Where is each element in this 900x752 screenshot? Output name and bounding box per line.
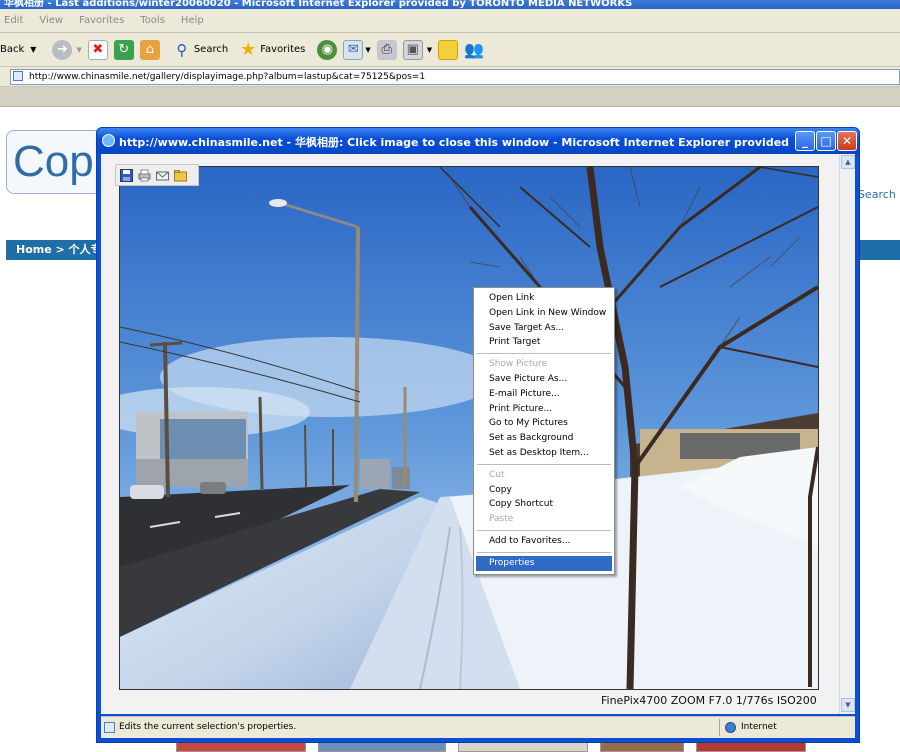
note-icon [438, 39, 459, 60]
favorites-label: Favorites [260, 44, 306, 55]
menu-separator [477, 529, 611, 531]
print-button[interactable]: ⎙ [376, 37, 397, 63]
refresh-icon: ↻ [113, 39, 134, 60]
menu-item-open-link-new-window[interactable]: Open Link in New Window [476, 306, 612, 321]
globe-icon [725, 722, 736, 733]
menu-item-copy[interactable]: Copy [476, 483, 612, 498]
back-button[interactable]: Back ▼ [0, 37, 36, 63]
status-page-icon [104, 722, 115, 733]
popup-title: http://www.chinasmile.net - 华枫相册: Click … [119, 136, 791, 149]
printer-icon[interactable] [137, 168, 152, 183]
menu-edit[interactable]: Edit [4, 15, 23, 26]
page-icon [13, 71, 23, 81]
save-icon[interactable] [119, 168, 134, 183]
gallery-thumbnail[interactable] [600, 742, 684, 752]
messenger-icon: 👥 [464, 40, 485, 59]
minimize-button[interactable]: _ [795, 131, 815, 151]
menu-bar: Edit View Favorites Tools Help [0, 9, 900, 33]
refresh-button[interactable]: ↻ [113, 37, 134, 63]
gallery-thumbnail[interactable] [176, 742, 306, 752]
forward-button[interactable]: ➜ ▼ [52, 37, 82, 63]
popup-window: http://www.chinasmile.net - 华枫相册: Click … [96, 127, 860, 743]
winter-street-photo[interactable] [120, 167, 818, 689]
context-menu: Open Link Open Link in New Window Save T… [473, 287, 615, 575]
popup-titlebar[interactable]: http://www.chinasmile.net - 华枫相册: Click … [97, 128, 859, 154]
menu-item-print-picture[interactable]: Print Picture... [476, 402, 612, 417]
discuss-button[interactable] [438, 37, 459, 63]
menu-item-print-target[interactable]: Print Target [476, 335, 612, 350]
media-button[interactable]: ◉ [317, 37, 338, 63]
star-icon: ★ [240, 39, 257, 60]
address-bar: http://www.chinasmile.net/gallery/displa… [0, 67, 900, 87]
menu-separator [477, 551, 611, 553]
status-text: Edits the current selection's properties… [119, 722, 297, 732]
exif-caption: FinePix4700 ZOOM F7.0 1/776s ISO200 [601, 694, 817, 707]
home-button[interactable]: ⌂ [139, 37, 160, 63]
scroll-up-arrow-icon[interactable]: ▲ [841, 155, 855, 169]
menu-help[interactable]: Help [181, 15, 204, 26]
menu-item-show-picture: Show Picture [489, 359, 548, 370]
image-frame [119, 166, 819, 690]
gallery-thumbnail[interactable] [458, 742, 588, 752]
menu-item-properties[interactable]: Properties [476, 555, 612, 571]
back-label: Back [0, 44, 25, 55]
messenger-button[interactable]: 👥 [464, 37, 484, 63]
printer-icon: ⎙ [376, 39, 397, 60]
forward-arrow-icon: ➜ [52, 39, 73, 60]
gallery-thumbnail[interactable] [318, 742, 446, 752]
mail-icon[interactable] [155, 168, 170, 183]
image-toolbar [115, 164, 199, 186]
standard-toolbar: Back ▼ ➜ ▼ ✖ ↻ ⌂ ⚲ Search ★ Favorites ◉ … [0, 33, 900, 67]
gallery-thumbnail[interactable] [696, 742, 806, 752]
status-divider [719, 719, 720, 736]
menu-favorites[interactable]: Favorites [79, 15, 124, 26]
links-bar [0, 87, 900, 107]
chevron-down-icon[interactable]: ▼ [365, 46, 370, 54]
search-link[interactable]: Search [858, 188, 896, 201]
stop-button[interactable]: ✖ [87, 37, 108, 63]
search-icon: ⚲ [176, 40, 188, 59]
address-input[interactable]: http://www.chinasmile.net/gallery/displa… [10, 69, 900, 85]
close-button[interactable]: ✕ [837, 131, 857, 151]
menu-item-go-to-my-pictures[interactable]: Go to My Pictures [476, 416, 612, 431]
mail-button[interactable]: ✉ ▼ [343, 37, 371, 63]
mail-icon: ✉ [343, 39, 364, 60]
search-label: Search [193, 44, 229, 55]
edit-icon: ▣ [402, 39, 423, 60]
chevron-down-icon[interactable]: ▼ [30, 45, 36, 54]
menu-item-copy-shortcut[interactable]: Copy Shortcut [476, 497, 612, 512]
menu-separator [477, 463, 611, 465]
parent-window-title: 华枫相册 - Last additions/winter20060020 - M… [0, 0, 900, 9]
search-button[interactable]: ⚲ Search [172, 37, 228, 63]
menu-item-email-picture[interactable]: E-mail Picture... [476, 387, 612, 402]
maximize-button[interactable]: □ [816, 131, 836, 151]
chevron-down-icon[interactable]: ▼ [427, 46, 432, 54]
menu-item-add-to-favorites[interactable]: Add to Favorites... [476, 534, 612, 549]
menu-item-cut: Cut [489, 469, 505, 480]
vertical-scrollbar[interactable]: ▲ ▼ [839, 154, 855, 714]
favorites-button[interactable]: ★ Favorites [238, 37, 305, 63]
home-icon: ⌂ [139, 39, 160, 60]
menu-item-save-target-as[interactable]: Save Target As... [476, 321, 612, 336]
ie-icon [102, 134, 115, 147]
menu-item-open-link[interactable]: Open Link [476, 291, 612, 306]
photo-scene [120, 167, 818, 689]
media-icon: ◉ [317, 39, 338, 60]
menu-view[interactable]: View [39, 15, 63, 26]
scroll-down-arrow-icon[interactable]: ▼ [841, 698, 855, 712]
menu-item-paste: Paste [489, 514, 514, 525]
menu-item-set-as-background[interactable]: Set as Background [476, 431, 612, 446]
menu-tools[interactable]: Tools [140, 15, 165, 26]
menu-separator [477, 353, 611, 355]
stop-icon: ✖ [87, 39, 108, 60]
chevron-down-icon[interactable]: ▼ [76, 46, 81, 54]
security-zone-label: Internet [741, 722, 777, 732]
edit-button[interactable]: ▣ ▼ [402, 37, 432, 63]
status-bar: Edits the current selection's properties… [101, 716, 855, 738]
folder-icon[interactable] [173, 168, 188, 183]
menu-item-set-as-desktop-item[interactable]: Set as Desktop Item... [476, 446, 612, 461]
menu-item-save-picture-as[interactable]: Save Picture As... [476, 372, 612, 387]
popup-content: FinePix4700 ZOOM F7.0 1/776s ISO200 Open… [101, 154, 855, 714]
